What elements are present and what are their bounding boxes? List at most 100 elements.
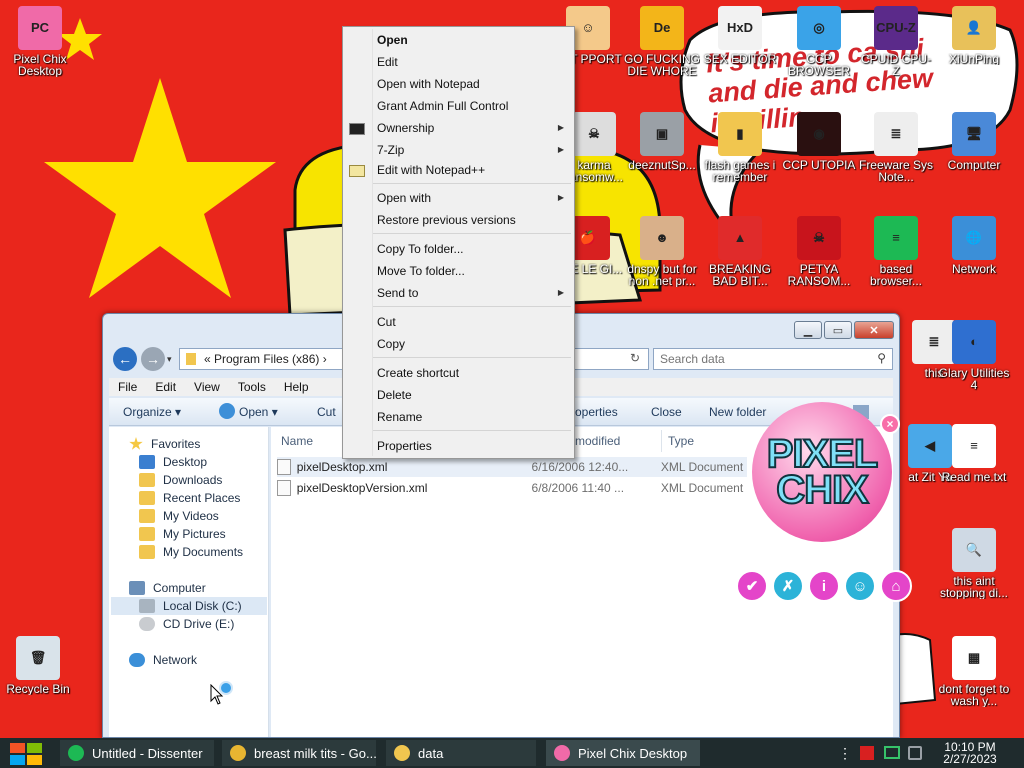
smiley-icon[interactable]: ☺ <box>844 570 876 602</box>
desktop-icon-ccp-utopia[interactable]: ◉ CCP UTOPIA <box>781 112 857 171</box>
nav-item-cd-drive[interactable]: CD Drive (E:) <box>139 615 234 633</box>
nav-favorites[interactable]: Favorites <box>129 435 200 453</box>
desktop-icon-sex-editor[interactable]: HxD SEX EDITOR <box>702 6 778 65</box>
menu-item-properties[interactable]: Properties <box>377 437 432 455</box>
nav-item-downloads[interactable]: Downloads <box>139 471 222 489</box>
notepadpp-icon <box>349 165 365 177</box>
menu-item-delete[interactable]: Delete <box>377 386 412 404</box>
file-row[interactable]: pixelDesktopVersion.xml 6/8/2006 11:40 .… <box>277 478 747 498</box>
desktop-icon-xiunping[interactable]: 👤 XiUnPing <box>936 6 1012 65</box>
flag-icon[interactable] <box>860 746 874 760</box>
column-type[interactable]: Type <box>661 430 694 452</box>
minimize-button[interactable]: ▁ <box>794 321 822 339</box>
shop-icon[interactable]: ⌂ <box>880 570 912 602</box>
desktop-icon-pixel-chix[interactable]: PC Pixel Chix Desktop <box>2 6 78 77</box>
desktop-icon-petya[interactable]: ☠ PETYA RANSOM... <box>781 216 857 287</box>
recent-pages-icon[interactable]: ▾ <box>167 354 172 365</box>
widget-close-button[interactable]: × <box>880 414 900 434</box>
new-folder-button[interactable]: New folder <box>709 405 766 419</box>
xml-file-icon <box>277 480 291 496</box>
menu-item-copy-to[interactable]: Copy To folder... <box>377 240 464 258</box>
nav-item-label: Local Disk (C:) <box>163 599 242 613</box>
menu-view[interactable]: View <box>185 380 229 394</box>
system-clock[interactable]: 10:10 PM 2/27/2023 <box>932 741 1008 765</box>
menu-item-notepadpp[interactable]: Edit with Notepad++ <box>377 161 485 179</box>
folder-icon <box>394 745 410 761</box>
taskbar-button-chrome[interactable]: breast milk tits - Go... <box>222 740 376 766</box>
nav-item-recent-places[interactable]: Recent Places <box>139 489 240 507</box>
menu-item-restore[interactable]: Restore previous versions <box>377 211 516 229</box>
taskbar-button-dissenter[interactable]: Untitled - Dissenter <box>60 740 214 766</box>
nav-item-local-disk[interactable]: Local Disk (C:) <box>111 597 267 615</box>
menu-edit[interactable]: Edit <box>146 380 185 394</box>
open-button[interactable]: Open ▾ <box>239 405 278 419</box>
nav-item-desktop[interactable]: Desktop <box>139 453 207 471</box>
desktop-icon-dnspy[interactable]: ☻ dnspy but for non .net pr... <box>624 216 700 287</box>
desktop-icon-deeznut[interactable]: ▣ deeznutSp... <box>624 112 700 171</box>
properties-button[interactable]: operties <box>575 405 618 419</box>
volume-tray-icon[interactable] <box>908 746 922 760</box>
search-input[interactable] <box>654 349 864 369</box>
desktop-icon-network[interactable]: 🌐 Network <box>936 216 1012 275</box>
nav-item-my-documents[interactable]: My Documents <box>139 543 243 561</box>
nav-computer[interactable]: Computer <box>129 579 206 597</box>
menu-item-open-notepad[interactable]: Open with Notepad <box>377 75 480 93</box>
desktop-icon-this-aint[interactable]: 🔍 this aint stopping di... <box>936 528 1012 599</box>
menu-item-cut[interactable]: Cut <box>377 313 396 331</box>
desktop-icon-cpuid[interactable]: CPU-Z CPUID CPU-Z <box>858 6 934 77</box>
file-row[interactable]: pixelDesktop.xml 6/16/2006 12:40... XML … <box>277 457 747 477</box>
menu-item-grant-admin[interactable]: Grant Admin Full Control <box>377 97 508 115</box>
check-icon[interactable]: ✔ <box>736 570 768 602</box>
info-icon[interactable]: i <box>808 570 840 602</box>
menu-item-rename[interactable]: Rename <box>377 408 422 426</box>
cross-icon[interactable]: ✗ <box>772 570 804 602</box>
glary-icon: ◐ <box>952 320 996 364</box>
network-tray-icon[interactable] <box>884 746 900 759</box>
cut-button[interactable]: Cut <box>317 405 336 419</box>
desktop-icon-freeware-notes[interactable]: ≣ Freeware Sys Note... <box>858 112 934 183</box>
cd-drive-icon <box>139 617 155 631</box>
menu-item-create-shortcut[interactable]: Create shortcut <box>377 364 459 382</box>
close-button[interactable]: ✕ <box>854 321 894 339</box>
column-name[interactable]: Name <box>281 430 313 452</box>
close-command-button[interactable]: Close <box>651 405 682 419</box>
nav-item-my-videos[interactable]: My Videos <box>139 507 219 525</box>
menu-file[interactable]: File <box>109 380 146 394</box>
menu-item-move-to[interactable]: Move To folder... <box>377 262 465 280</box>
desktop-icon-computer[interactable]: 🖥 Computer <box>936 112 1012 171</box>
taskbar-button-pixelchix[interactable]: Pixel Chix Desktop <box>546 740 700 766</box>
desktop-icon-go-die[interactable]: De GO FUCKING DIE WHORE <box>624 6 700 77</box>
forward-button[interactable]: → <box>141 347 165 371</box>
desktop-icon-dont-forget[interactable]: ▦ dont forget to wash y... <box>936 636 1012 707</box>
column-date-modified[interactable]: modified <box>575 430 620 452</box>
nav-network[interactable]: Network <box>129 651 197 669</box>
organize-button[interactable]: Organize ▾ <box>123 405 181 419</box>
back-button[interactable]: ← <box>113 347 137 371</box>
search-icon[interactable]: ⚲ <box>877 351 886 365</box>
start-button[interactable] <box>10 743 42 765</box>
desktop-icon-breaking-bad[interactable]: ▲ BREAKING BAD BIT... <box>702 216 778 287</box>
menu-item-copy[interactable]: Copy <box>377 335 405 353</box>
desktop-icon-flash-games[interactable]: ▮ flash games i remember <box>702 112 778 183</box>
desktop-icon-ccp-browser[interactable]: ◎ CCP BROWSER <box>781 6 857 77</box>
nav-item-my-pictures[interactable]: My Pictures <box>139 525 226 543</box>
desktop-icon-based-browser[interactable]: ≡ based browser... <box>858 216 934 287</box>
desktop-icon-recycle-bin[interactable]: 🗑 Recycle Bin <box>0 636 76 695</box>
search-box[interactable]: ⚲ <box>653 348 893 370</box>
taskbar-button-data[interactable]: data <box>386 740 536 766</box>
menu-item-open-with[interactable]: Open with <box>377 189 431 207</box>
pixel-chix-widget[interactable]: PIXEL CHIX <box>752 402 892 542</box>
menu-item-send-to[interactable]: Send to <box>377 284 418 302</box>
overflow-menu-icon[interactable]: ⋮ <box>838 746 852 760</box>
maximize-button[interactable]: ▭ <box>824 321 852 339</box>
menu-item-7zip[interactable]: 7-Zip <box>377 141 404 159</box>
menu-item-edit[interactable]: Edit <box>377 53 398 71</box>
menu-gutter <box>372 29 373 456</box>
menu-item-ownership[interactable]: Ownership <box>377 119 434 137</box>
desktop-icon-glary[interactable]: ◐ Glary Utilities 4 <box>936 320 1012 391</box>
desktop-icon-readme[interactable]: ≡ Read me.txt <box>936 424 1012 483</box>
menu-help[interactable]: Help <box>275 380 318 394</box>
refresh-icon[interactable]: ↻ <box>630 351 640 365</box>
menu-tools[interactable]: Tools <box>229 380 275 394</box>
menu-item-open[interactable]: Open <box>377 31 408 49</box>
